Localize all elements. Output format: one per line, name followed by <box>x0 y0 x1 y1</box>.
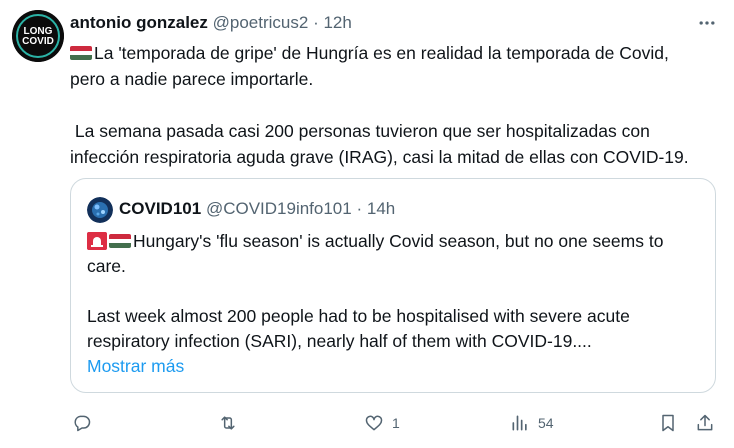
like-count: 1 <box>392 415 400 431</box>
quoted-tweet[interactable]: COVID101 @COVID19info101 · 14h Hungary's… <box>70 178 716 393</box>
quote-avatar <box>87 196 113 223</box>
tweet-actions: 1 54 <box>70 410 720 436</box>
retweet-button[interactable] <box>218 410 238 436</box>
svg-text:COVID: COVID <box>22 36 54 47</box>
quote-time: 14h <box>366 199 396 218</box>
quote-line-2: care. <box>87 256 126 276</box>
quote-line-3: Last week almost 200 people had to be ho… <box>87 306 630 326</box>
tweet-text: La 'temporada de gripe' de Hungría es en… <box>70 40 720 170</box>
bookmark-button[interactable] <box>658 410 678 436</box>
quote-text: Hungary's 'flu season' is actually Covid… <box>87 229 707 379</box>
tweet-time[interactable]: 12h <box>323 13 351 32</box>
views-icon <box>512 415 527 431</box>
like-icon <box>365 415 383 431</box>
header-separator: · <box>313 13 319 32</box>
author-avatar[interactable]: LONG COVID <box>12 10 64 62</box>
quote-line-4: respiratory infection (SARI), nearly hal… <box>87 331 592 351</box>
bookmark-icon <box>662 414 674 432</box>
siren-icon <box>87 232 107 250</box>
tweet-line-1: La 'temporada de gripe' de Hungría es en… <box>94 43 669 63</box>
tweet-line-3: La semana pasada casi 200 personas tuvie… <box>70 121 650 141</box>
tweet-line-4: infección respiratoria aguda grave (IRAG… <box>70 147 689 167</box>
hungary-flag-icon <box>109 234 131 248</box>
share-icon <box>697 414 713 431</box>
show-more-link[interactable]: Mostrar más <box>87 354 707 379</box>
author-handle[interactable]: @poetricus2 <box>213 13 309 32</box>
retweet-icon <box>221 416 235 430</box>
reply-icon <box>74 415 91 432</box>
more-options-button[interactable] <box>694 10 720 36</box>
tweet-header: antonio gonzalez @poetricus2 · 12h <box>70 12 724 34</box>
reply-button[interactable] <box>72 410 92 436</box>
views-button[interactable]: 54 <box>510 410 554 436</box>
long-covid-logo: LONG COVID <box>12 10 64 62</box>
quote-author-handle: @COVID19info101 <box>205 199 352 218</box>
share-button[interactable] <box>695 410 715 436</box>
hungary-flag-icon <box>70 46 92 60</box>
quote-author-name: COVID101 <box>119 199 202 218</box>
like-button[interactable]: 1 <box>364 410 400 436</box>
author-name[interactable]: antonio gonzalez <box>70 13 208 32</box>
views-count: 54 <box>538 415 554 431</box>
quote-line-1: Hungary's 'flu season' is actually Covid… <box>133 231 664 251</box>
more-icon <box>699 21 715 25</box>
quote-separator: · <box>356 199 363 218</box>
quote-header: COVID101 @COVID19info101 · 14h <box>87 195 395 223</box>
tweet-line-2: pero a nadie parece importarle. <box>70 69 314 89</box>
